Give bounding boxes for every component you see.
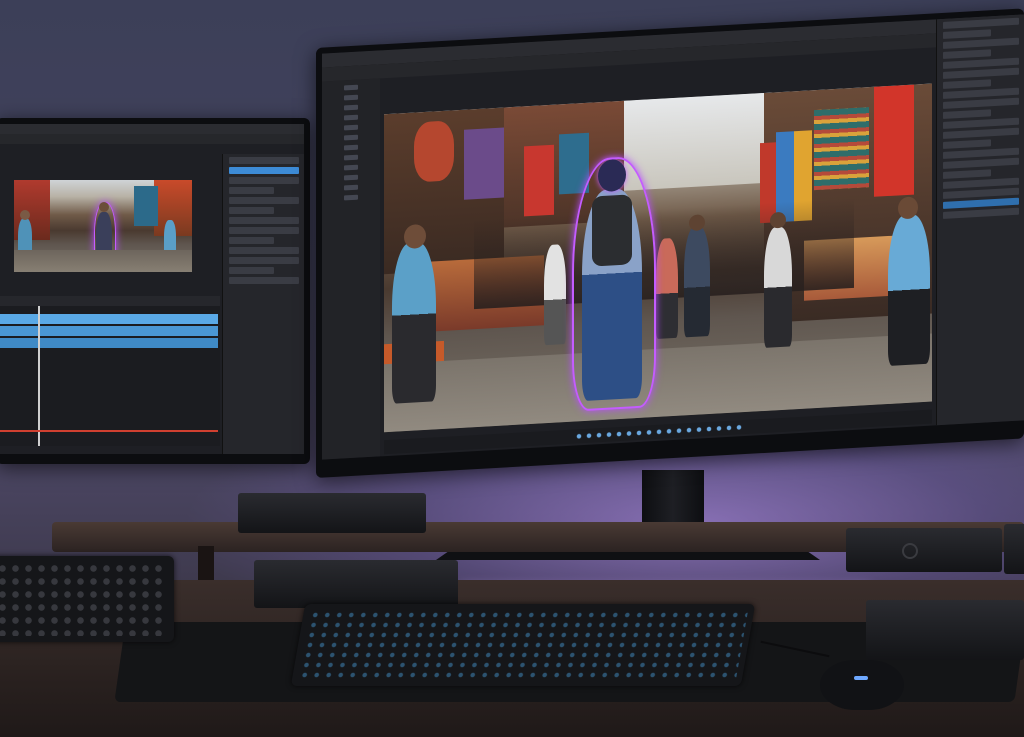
left-panel-row-selected[interactable] [229,167,299,174]
left-panel-row[interactable] [229,217,299,224]
person-blue-shirt-left [392,241,436,404]
main-panel-row[interactable] [943,67,1019,79]
main-panel-row[interactable] [943,49,992,59]
main-panel-row[interactable] [943,87,1019,99]
main-side-panel [936,14,1024,426]
main-panel-row[interactable] [943,157,1019,169]
tool-button[interactable] [344,114,358,121]
tool-button[interactable] [344,164,358,171]
left-panel-row[interactable] [229,207,275,214]
main-panel-row[interactable] [943,147,1019,159]
timeline-track-clip[interactable] [0,314,218,324]
main-panel-row[interactable] [943,37,1019,49]
left-panel-row[interactable] [229,227,299,234]
main-panel-row[interactable] [943,127,1019,139]
tool-button[interactable] [344,144,358,151]
left-monitor-screen [0,124,304,454]
left-toolbar [0,134,304,144]
tool-button[interactable] [344,84,358,91]
left-panel-row[interactable] [229,187,275,194]
tool-button[interactable] [344,104,358,111]
tool-button[interactable] [344,134,358,141]
tool-button[interactable] [344,154,358,161]
main-panel-row[interactable] [943,187,1019,199]
left-panel-row[interactable] [229,247,299,254]
tool-button[interactable] [344,94,358,101]
main-video-preview[interactable] [384,83,932,433]
main-monitor [316,8,1024,478]
main-panel-row[interactable] [943,169,992,179]
left-video-preview[interactable] [14,180,192,272]
device-box-top-right [846,528,1002,572]
left-panel-row[interactable] [229,237,275,244]
tool-button[interactable] [344,174,358,181]
main-panel-row[interactable] [943,17,1019,29]
mouse[interactable] [820,660,904,710]
keyboard-main[interactable] [290,604,756,686]
device-box-bottom-left [254,560,458,608]
keyboard-left[interactable] [0,556,174,642]
left-panel-row[interactable] [229,177,299,184]
device-box-top-left [238,493,426,533]
left-timeline[interactable] [0,296,220,446]
timeline-marker-line [0,430,218,432]
left-side-panel [222,154,304,454]
timeline-playhead[interactable] [38,306,40,446]
timeline-track-clip[interactable] [0,326,218,336]
left-panel-row[interactable] [229,277,299,284]
taskbar-icons[interactable] [574,423,744,441]
main-monitor-screen [322,14,1024,460]
main-panel-row[interactable] [943,117,1019,129]
person-blue-shirt-right [888,213,930,367]
tool-button[interactable] [344,184,358,191]
main-panel-row[interactable] [943,29,992,39]
left-monitor [0,118,310,464]
main-panel-row[interactable] [943,79,992,89]
device-box-side-right [1004,524,1024,574]
tool-button[interactable] [344,194,358,201]
main-panel-row[interactable] [943,207,1019,219]
main-panel-row-selected[interactable] [943,197,1019,209]
left-panel-row[interactable] [229,197,299,204]
backpack [592,194,632,267]
main-panel-row[interactable] [943,139,992,149]
timeline-track-clip[interactable] [0,338,218,348]
main-tool-column [322,78,380,460]
main-panel-row[interactable] [943,57,1019,69]
left-panel-row[interactable] [229,157,299,164]
tool-button[interactable] [344,124,358,131]
left-panel-row[interactable] [229,267,275,274]
main-panel-row[interactable] [943,177,1019,189]
main-panel-row[interactable] [943,97,1019,109]
left-panel-row[interactable] [229,257,299,264]
main-panel-row[interactable] [943,109,992,119]
device-box-bottom-right [866,600,1024,660]
